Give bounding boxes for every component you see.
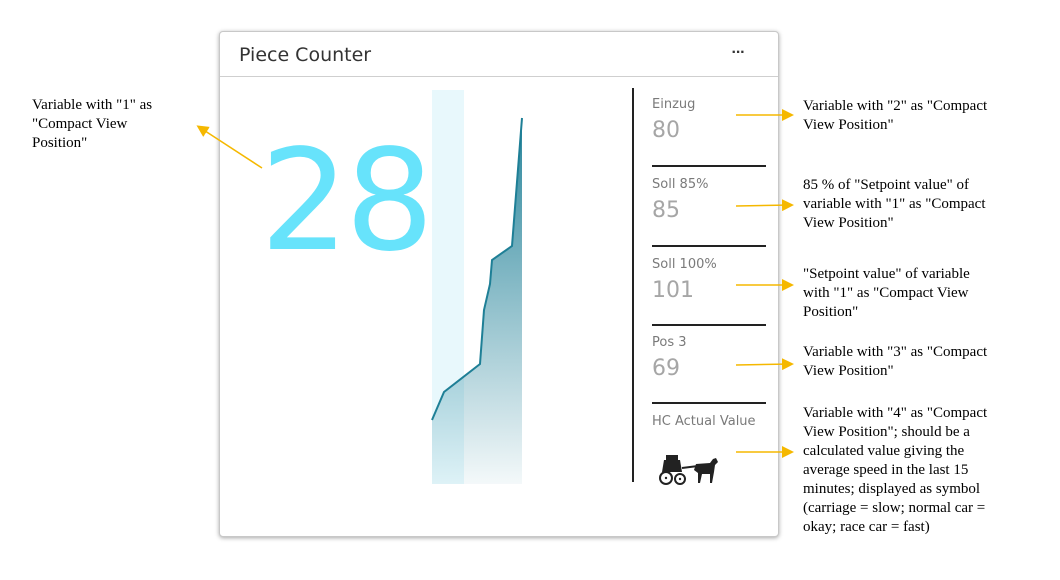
annotation-soll-100: "Setpoint value" of variable with "1" as…: [803, 266, 970, 320]
annotation-soll-85: 85 % of "Setpoint value" of variable wit…: [803, 177, 986, 231]
annotation-hc-actual-value: Variable with "4" as "Compact View Posit…: [803, 405, 988, 535]
arrow-pos3: [735, 358, 794, 371]
arrow-soll85: [735, 199, 794, 212]
annotation-einzug: Variable with "2" as "Compact View Posit…: [803, 98, 988, 133]
arrow-left: [196, 125, 263, 169]
annotation-pos-3: Variable with "3" as "Compact View Posit…: [803, 344, 988, 379]
